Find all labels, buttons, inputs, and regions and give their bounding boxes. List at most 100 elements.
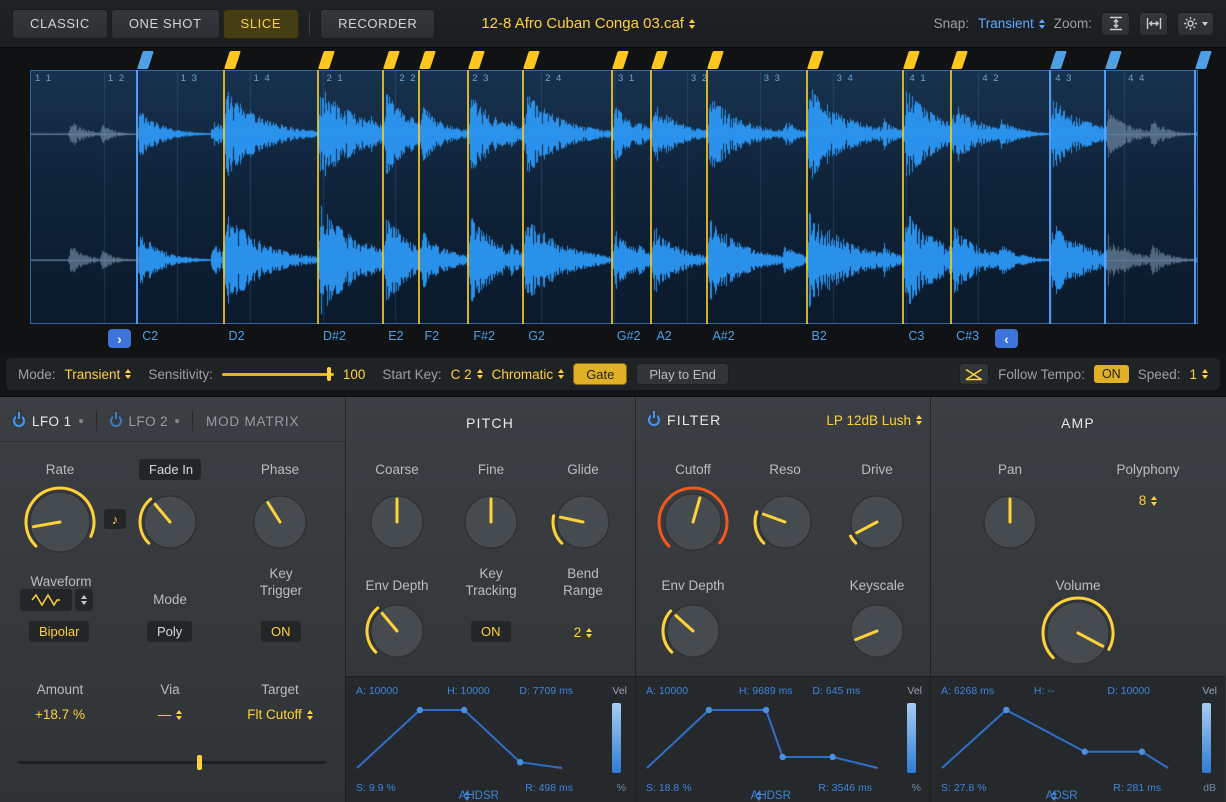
- mode-tab-recorder[interactable]: RECORDER: [320, 9, 435, 39]
- slice-flag[interactable]: [651, 51, 668, 69]
- slice-flag[interactable]: [318, 51, 335, 69]
- slice-marker-line[interactable]: [467, 70, 469, 324]
- pitch-velocity-slider[interactable]: [612, 703, 621, 773]
- tab-lfo1[interactable]: LFO 1: [0, 407, 96, 435]
- slice-flag[interactable]: [951, 51, 968, 69]
- amp-velocity-slider[interactable]: [1202, 703, 1211, 773]
- crossfade-button[interactable]: [959, 363, 989, 385]
- amp-pan-knob[interactable]: [974, 486, 1046, 558]
- filter-reso-knob[interactable]: [749, 486, 821, 558]
- start-key-selector[interactable]: C 2: [451, 367, 483, 382]
- lfo-amount-value[interactable]: +18.7 %: [15, 707, 105, 722]
- filter-env-hold-value[interactable]: H: 9689 ms: [739, 685, 793, 697]
- envelope-node[interactable]: [517, 759, 523, 765]
- speed-selector[interactable]: 1: [1189, 367, 1208, 382]
- lfo-mode-selector[interactable]: Poly: [147, 621, 192, 642]
- lfo-target-selector[interactable]: Flt Cutoff: [235, 707, 325, 722]
- slice-flag[interactable]: [468, 51, 485, 69]
- slice-flag[interactable]: [612, 51, 629, 69]
- scroll-left-button[interactable]: ›: [108, 329, 131, 348]
- pitch-env-hold-value[interactable]: H: 10000: [447, 685, 490, 697]
- slice-marker-line[interactable]: [706, 70, 708, 324]
- filter-env-sustain-value[interactable]: S: 18.8 %: [646, 782, 692, 794]
- mode-tab-classic[interactable]: CLASSIC: [12, 9, 108, 39]
- slice-marker-line[interactable]: [317, 70, 319, 324]
- pitch-coarse-knob[interactable]: [361, 486, 433, 558]
- amp-env-release-value[interactable]: R: 281 ms: [1113, 782, 1161, 794]
- slice-flag[interactable]: [1050, 51, 1067, 69]
- filter-velocity-slider[interactable]: [907, 703, 916, 773]
- lfo-fade-mode-button[interactable]: Fade In: [139, 459, 201, 480]
- filter-env-decay-value[interactable]: D: 645 ms: [812, 685, 860, 697]
- play-to-end-button[interactable]: Play to End: [636, 363, 729, 385]
- rate-sync-note-icon[interactable]: ♪: [104, 509, 126, 529]
- lfo-fade-in-knob[interactable]: [134, 486, 206, 558]
- tab-mod-matrix[interactable]: MOD MATRIX: [193, 407, 312, 435]
- slice-marker-line[interactable]: [650, 70, 652, 324]
- snap-selector[interactable]: Transient: [978, 16, 1045, 31]
- gate-button[interactable]: Gate: [573, 363, 627, 385]
- envelope-node[interactable]: [763, 707, 769, 713]
- lfo-phase-knob[interactable]: [244, 486, 316, 558]
- lfo1-power-button[interactable]: [13, 415, 25, 427]
- amp-env-decay-value[interactable]: D: 10000: [1107, 685, 1150, 697]
- scroll-right-button[interactable]: ‹: [995, 329, 1018, 348]
- lfo-amount-handle[interactable]: [197, 755, 202, 770]
- slice-flag[interactable]: [807, 51, 824, 69]
- mapping-selector[interactable]: Chromatic: [492, 367, 565, 382]
- envelope-node[interactable]: [1082, 749, 1088, 755]
- pitch-envelope-graph[interactable]: [354, 703, 593, 773]
- filter-drive-knob[interactable]: [841, 486, 913, 558]
- amp-env-attack-value[interactable]: A: 6268 ms: [941, 685, 994, 697]
- slice-marker-line[interactable]: [136, 70, 138, 324]
- mode-tab-slice[interactable]: SLICE: [223, 9, 300, 39]
- envelope-node[interactable]: [706, 707, 712, 713]
- filter-envelope-curve[interactable]: [644, 703, 888, 773]
- lfo-rate-knob[interactable]: [20, 482, 100, 562]
- lfo-key-trigger-toggle[interactable]: ON: [261, 621, 301, 642]
- sensitivity-handle[interactable]: [327, 367, 331, 381]
- lfo-polarity-selector[interactable]: Bipolar: [29, 621, 89, 642]
- lfo-waveform-selector[interactable]: [20, 589, 72, 611]
- filter-env-attack-value[interactable]: A: 10000: [646, 685, 688, 697]
- amp-envelope-graph[interactable]: [939, 703, 1183, 773]
- amp-env-sustain-value[interactable]: S: 27.8 %: [941, 782, 987, 794]
- slice-flag[interactable]: [224, 51, 241, 69]
- slice-marker-line[interactable]: [1194, 70, 1196, 324]
- slice-marker-line[interactable]: [806, 70, 808, 324]
- slice-flag[interactable]: [1105, 51, 1122, 69]
- pitch-env-attack-value[interactable]: A: 10000: [356, 685, 398, 697]
- slice-flag[interactable]: [1195, 51, 1212, 69]
- filter-envelope-graph[interactable]: [644, 703, 888, 773]
- filter-keyscale-knob[interactable]: [841, 595, 913, 667]
- slice-flag[interactable]: [137, 51, 154, 69]
- amp-env-hold-value[interactable]: H: --: [1034, 685, 1054, 697]
- amp-envelope-curve[interactable]: [939, 703, 1183, 773]
- slice-flag[interactable]: [903, 51, 920, 69]
- envelope-node[interactable]: [1003, 707, 1009, 713]
- envelope-node[interactable]: [829, 754, 835, 760]
- pitch-glide-knob[interactable]: [547, 486, 619, 558]
- slice-marker-line[interactable]: [522, 70, 524, 324]
- filter-cutoff-knob[interactable]: [655, 484, 731, 560]
- zoom-vertical-button[interactable]: [1101, 12, 1130, 36]
- slice-flag[interactable]: [523, 51, 540, 69]
- slice-flag[interactable]: [419, 51, 436, 69]
- zoom-horizontal-button[interactable]: [1139, 12, 1168, 36]
- waveform-canvas[interactable]: [31, 71, 1197, 323]
- key-tracking-toggle[interactable]: ON: [471, 621, 511, 642]
- envelope-node[interactable]: [779, 754, 785, 760]
- pitch-env-depth-knob[interactable]: [361, 595, 433, 667]
- envelope-node[interactable]: [461, 707, 467, 713]
- envelope-node[interactable]: [417, 707, 423, 713]
- slice-marker-line[interactable]: [1104, 70, 1106, 324]
- slice-flag[interactable]: [383, 51, 400, 69]
- settings-button[interactable]: [1177, 12, 1214, 36]
- bend-range-selector[interactable]: 2: [560, 625, 606, 640]
- slice-flag[interactable]: [707, 51, 724, 69]
- lfo-amount-slider[interactable]: [18, 755, 326, 770]
- slice-marker-line[interactable]: [950, 70, 952, 324]
- lfo2-power-button[interactable]: [110, 415, 122, 427]
- mode-tab-one-shot[interactable]: ONE SHOT: [111, 9, 220, 39]
- amp-volume-knob[interactable]: [1037, 592, 1119, 674]
